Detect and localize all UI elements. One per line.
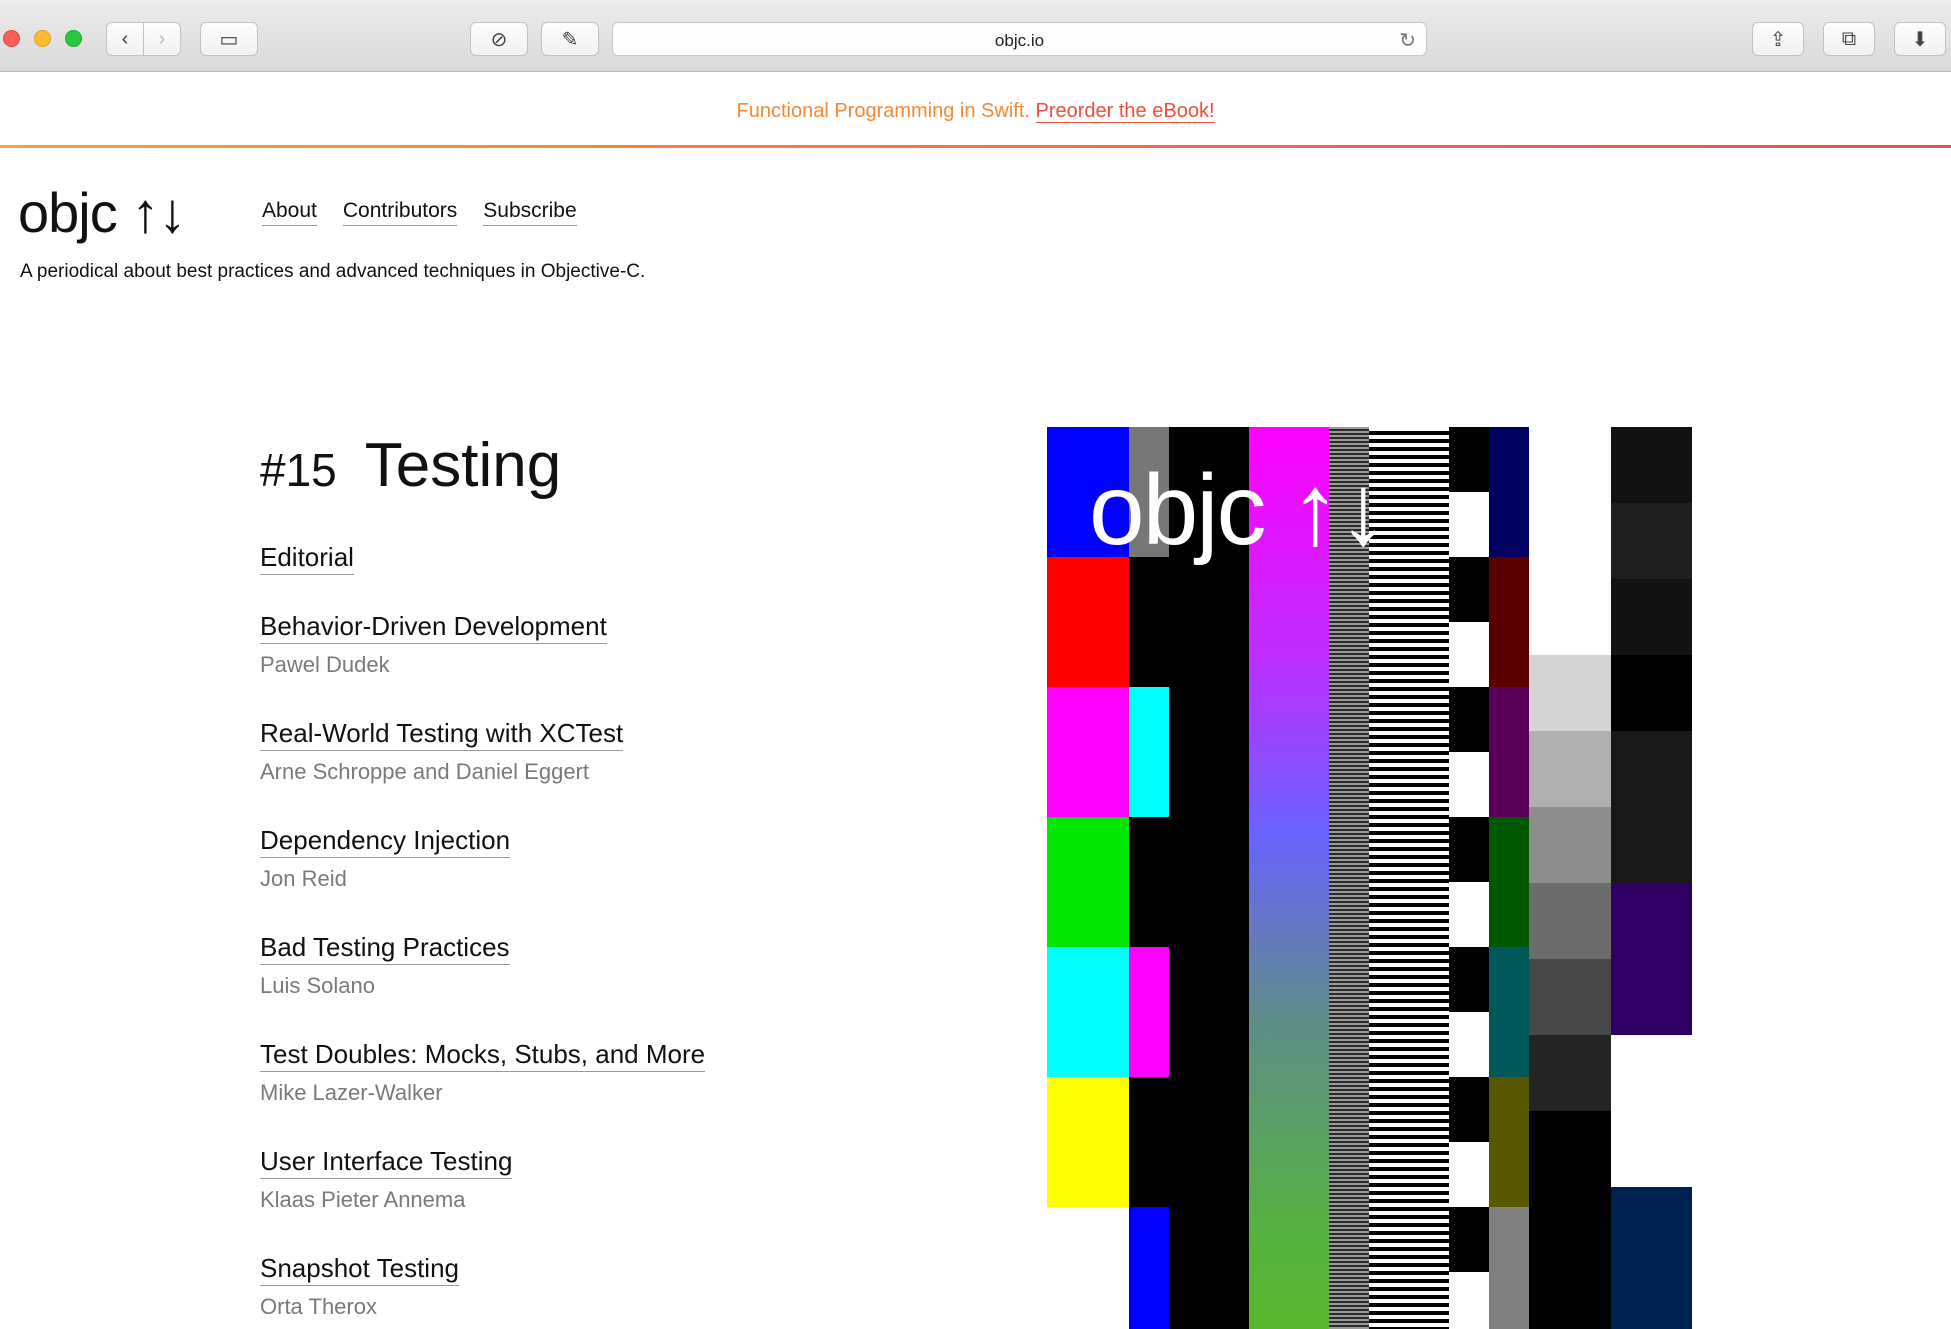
minimize-window-button[interactable] <box>34 30 51 47</box>
banner-divider <box>0 145 1951 148</box>
site-logo[interactable]: objc ↑↓ <box>18 180 186 245</box>
article-author: Jon Reid <box>260 866 347 891</box>
issue-number: #15 <box>260 444 337 496</box>
download-icon: ⬇ <box>1911 28 1929 51</box>
address-text: objc.io <box>994 31 1045 50</box>
sidebar-toggle-button[interactable]: ▭ <box>200 22 258 56</box>
tabs-icon: ⧉ <box>1841 27 1857 50</box>
history-button[interactable]: ⊘ <box>470 22 528 56</box>
article-link[interactable]: Test Doubles: Mocks, Stubs, and More <box>260 1039 706 1072</box>
nav-contributors-link[interactable]: Contributors <box>342 199 458 226</box>
list-item: User Interface Testing Klaas Pieter Anne… <box>260 1146 860 1253</box>
article-author: Orta Therox <box>260 1294 377 1319</box>
chevron-right-icon: › <box>158 27 166 50</box>
share-icon: ⇪ <box>1769 28 1787 51</box>
article-link[interactable]: Bad Testing Practices <box>260 932 510 965</box>
cover-logo: objc ↑↓ <box>1089 454 1388 566</box>
back-button[interactable]: ‹ <box>106 22 144 56</box>
article-link[interactable]: Dependency Injection <box>260 825 511 858</box>
issue-title: Testing <box>364 431 562 500</box>
article-author: Pawel Dudek <box>260 652 390 677</box>
article-author: Klaas Pieter Annema <box>260 1187 466 1212</box>
article-link[interactable]: User Interface Testing <box>260 1146 513 1179</box>
forward-button[interactable]: › <box>143 22 181 56</box>
main-nav: About Contributors Subscribe <box>262 199 577 226</box>
article-link[interactable]: Behavior-Driven Development <box>260 611 607 644</box>
sidebar-icon: ▭ <box>219 28 239 51</box>
zoom-window-button[interactable] <box>65 30 82 47</box>
address-bar[interactable]: objc.io ↻ <box>612 22 1427 56</box>
article-author: Arne Schroppe and Daniel Eggert <box>260 759 589 784</box>
close-window-button[interactable] <box>3 30 20 47</box>
tab-overview-button[interactable]: ⧉ <box>1823 22 1875 56</box>
downloads-button[interactable]: ⬇ <box>1894 22 1946 56</box>
article-link[interactable]: Snapshot Testing <box>260 1253 459 1286</box>
list-item: Editorial <box>260 542 860 611</box>
article-author: Luis Solano <box>260 973 375 998</box>
share-button[interactable]: ⇪ <box>1752 22 1804 56</box>
list-item: Bad Testing Practices Luis Solano <box>260 932 860 1039</box>
tools-button[interactable]: ✎ <box>541 22 599 56</box>
article-author: Mike Lazer-Walker <box>260 1080 443 1105</box>
nav-about-link[interactable]: About <box>262 199 317 226</box>
site-tagline: A periodical about best practices and ad… <box>20 261 646 282</box>
issue-heading: #15 Testing <box>260 430 561 501</box>
article-link[interactable]: Real-World Testing with XCTest <box>260 718 624 751</box>
promo-banner: Functional Programming in Swift. Preorde… <box>0 73 1951 146</box>
reload-icon[interactable]: ↻ <box>1399 28 1416 53</box>
banner-text: Functional Programming in Swift. <box>736 100 1030 122</box>
list-item: Snapshot Testing Orta Therox <box>260 1253 860 1329</box>
list-item: Dependency Injection Jon Reid <box>260 825 860 932</box>
list-item: Behavior-Driven Development Pawel Dudek <box>260 611 860 718</box>
history-icon: ⊘ <box>490 28 508 51</box>
list-item: Real-World Testing with XCTest Arne Schr… <box>260 718 860 825</box>
preorder-link[interactable]: Preorder the eBook! <box>1035 100 1215 123</box>
chevron-left-icon: ‹ <box>121 27 129 50</box>
nav-subscribe-link[interactable]: Subscribe <box>483 199 577 226</box>
wrench-icon: ✎ <box>561 28 579 51</box>
article-list: Editorial Behavior-Driven Development Pa… <box>260 542 860 1329</box>
browser-toolbar: ‹ › ▭ ⊘ ✎ objc.io ↻ ⇪ ⧉ ⬇ <box>0 0 1951 72</box>
list-item: Test Doubles: Mocks, Stubs, and More Mik… <box>260 1039 860 1146</box>
article-link[interactable]: Editorial <box>260 542 354 575</box>
issue-cover-image[interactable]: objc ↑↓ <box>1047 427 1692 1329</box>
